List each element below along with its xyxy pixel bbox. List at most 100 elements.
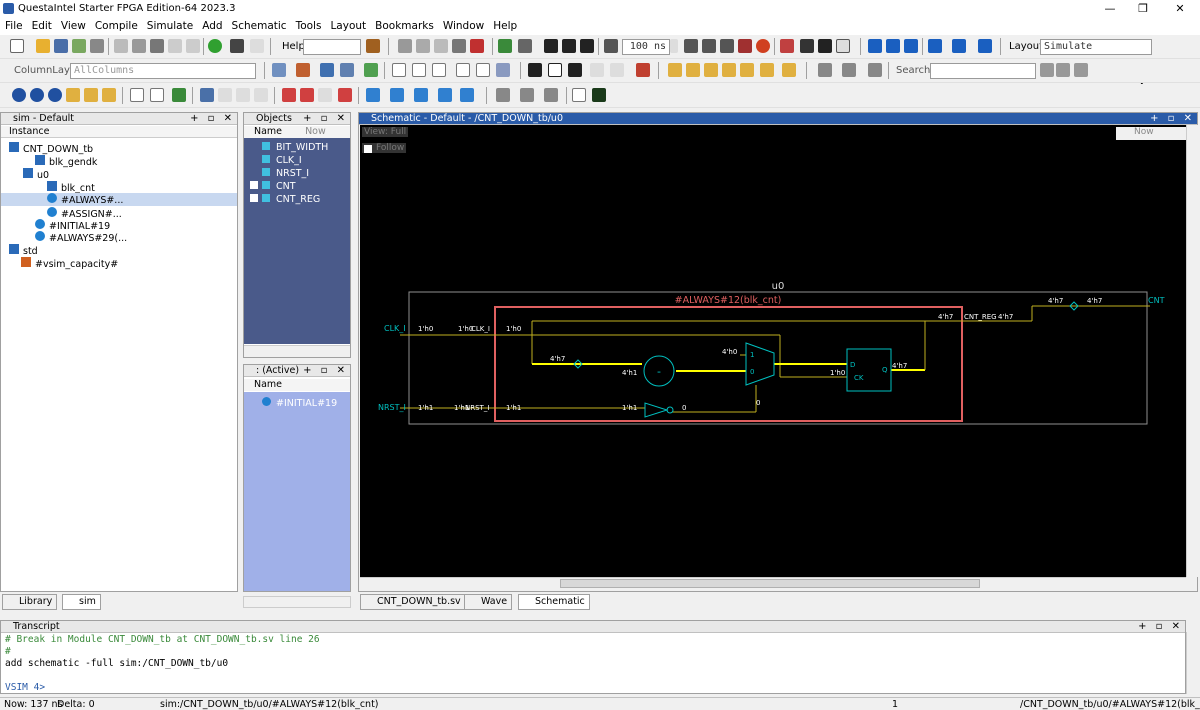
collapse-icon[interactable]: [250, 39, 264, 53]
tree-item-always-29[interactable]: #ALWAYS#29(...: [35, 231, 127, 244]
step-up-icon[interactable]: [904, 39, 918, 53]
stop-icon[interactable]: [756, 39, 770, 53]
tree-item-blk-gendk[interactable]: blk_gendk: [35, 155, 97, 168]
menu-schematic[interactable]: Schematic: [227, 18, 291, 32]
wave-color-icon[interactable]: [340, 63, 354, 77]
run-all-icon[interactable]: [720, 39, 734, 53]
measure-icon[interactable]: [590, 63, 604, 77]
scroll-thumb[interactable]: [560, 579, 980, 588]
panel-controls[interactable]: + ▫ ✕: [190, 113, 235, 124]
tab-source-file[interactable]: CNT_DOWN_tb.sv: [360, 594, 466, 610]
search-options-icon[interactable]: [1074, 63, 1088, 77]
signal-icon[interactable]: [636, 63, 650, 77]
search-icon[interactable]: [1040, 63, 1054, 77]
edge-last-icon[interactable]: [760, 63, 774, 77]
trace-icon[interactable]: [928, 39, 942, 53]
cursor-last-icon[interactable]: [438, 88, 452, 102]
new-icon[interactable]: [10, 39, 24, 53]
view-c-icon[interactable]: [172, 88, 186, 102]
forward-icon[interactable]: [580, 39, 594, 53]
edge-prev-icon[interactable]: [668, 63, 682, 77]
panel-controls[interactable]: + ▫ ✕: [1138, 621, 1183, 632]
minimize-icon[interactable]: —: [1100, 2, 1120, 16]
active-item-initial-19[interactable]: #INITIAL#19: [262, 397, 337, 409]
trace-event-icon[interactable]: [544, 88, 558, 102]
up-icon[interactable]: [544, 39, 558, 53]
print-icon[interactable]: [90, 39, 104, 53]
zoom-out-icon[interactable]: [30, 88, 44, 102]
active-column-header[interactable]: Name: [244, 379, 350, 391]
redo-icon[interactable]: [186, 39, 200, 53]
menu-add[interactable]: Add: [197, 18, 226, 32]
help-input[interactable]: [303, 39, 361, 55]
cursor-icon[interactable]: [412, 63, 426, 77]
undo-icon[interactable]: [168, 39, 182, 53]
panel-controls[interactable]: + ▫ ✕: [303, 365, 348, 376]
menu-file[interactable]: File: [0, 18, 27, 32]
trace-input-icon[interactable]: [818, 63, 832, 77]
cursor-first-icon[interactable]: [414, 88, 428, 102]
object-item-clk-i[interactable]: CLK_I: [262, 155, 302, 166]
tree-item-always-12[interactable]: #ALWAYS#...: [1, 193, 237, 206]
cursor-swap-icon[interactable]: [460, 88, 474, 102]
cursor-delete-icon[interactable]: [300, 88, 314, 102]
tab-wave[interactable]: Wave: [464, 594, 513, 610]
menu-tools[interactable]: Tools: [291, 18, 326, 32]
wave-add-icon[interactable]: [272, 63, 286, 77]
panel-controls[interactable]: + ▫ ✕: [303, 113, 348, 124]
maximize-icon[interactable]: ❐: [1133, 2, 1153, 16]
expand-icon[interactable]: [250, 181, 258, 189]
menu-bookmarks[interactable]: Bookmarks: [370, 18, 438, 32]
close-icon[interactable]: ✕: [1170, 2, 1190, 16]
schematic-vscroll[interactable]: [1186, 125, 1198, 577]
end-sim-icon[interactable]: [470, 39, 484, 53]
cursor-prev-icon[interactable]: [366, 88, 380, 102]
trace-back-icon[interactable]: [496, 88, 510, 102]
active-hscroll[interactable]: [243, 596, 351, 608]
wave-compare-icon[interactable]: [572, 88, 586, 102]
tree-item-u0[interactable]: u0: [23, 168, 49, 181]
menu-window[interactable]: Window: [438, 18, 488, 32]
step-out-icon[interactable]: [886, 39, 900, 53]
wave-group-icon[interactable]: [320, 63, 334, 77]
transcript-panel[interactable]: Transcript + ▫ ✕ # Break in Module CNT_DO…: [0, 620, 1186, 694]
all-icon[interactable]: [476, 63, 490, 77]
find-icon[interactable]: [230, 39, 244, 53]
continue-icon[interactable]: [702, 39, 716, 53]
memory-icon[interactable]: [818, 39, 832, 53]
transcript-prompt[interactable]: VSIM 4>: [5, 682, 45, 693]
schematic-canvas[interactable]: View: Full Follow Now u0 #ALWAYS#12(blk_…: [360, 125, 1186, 577]
tab-schematic[interactable]: Schematic: [518, 594, 590, 610]
object-item-cnt[interactable]: CNT: [250, 181, 296, 192]
objects-hscroll[interactable]: [244, 345, 350, 357]
menu-simulate[interactable]: Simulate: [142, 18, 197, 32]
trace-all-icon[interactable]: [868, 63, 882, 77]
step-icon[interactable]: [498, 39, 512, 53]
bookmark-icon[interactable]: [780, 39, 794, 53]
tab-library[interactable]: Library: [2, 594, 58, 610]
instance-column-header[interactable]: Instance: [1, 126, 237, 138]
cursor-add-icon[interactable]: [282, 88, 296, 102]
cursor-clear-icon[interactable]: [338, 88, 352, 102]
object-item-bit-width[interactable]: BIT_WIDTH: [262, 142, 328, 153]
simulate-icon[interactable]: [434, 39, 448, 53]
menu-view[interactable]: View: [56, 18, 90, 32]
edge-end-icon[interactable]: [782, 63, 796, 77]
cursor-lock-icon[interactable]: [318, 88, 332, 102]
step-over-icon[interactable]: [518, 39, 532, 53]
compile-icon[interactable]: [398, 39, 412, 53]
ruler-icon[interactable]: [610, 63, 624, 77]
edge-next-icon[interactable]: [686, 63, 700, 77]
step-into-icon[interactable]: [868, 39, 882, 53]
open-icon[interactable]: [36, 39, 50, 53]
menu-edit[interactable]: Edit: [27, 18, 56, 32]
run-icon[interactable]: [208, 39, 222, 53]
compile-all-icon[interactable]: [416, 39, 430, 53]
copy-icon[interactable]: [132, 39, 146, 53]
tree-item-std[interactable]: std: [9, 244, 38, 257]
menu-help[interactable]: Help: [488, 18, 521, 32]
view-d-icon[interactable]: [200, 88, 214, 102]
trace-next-icon[interactable]: [952, 39, 966, 53]
paste-icon[interactable]: [150, 39, 164, 53]
wave-format-icon[interactable]: [296, 63, 310, 77]
